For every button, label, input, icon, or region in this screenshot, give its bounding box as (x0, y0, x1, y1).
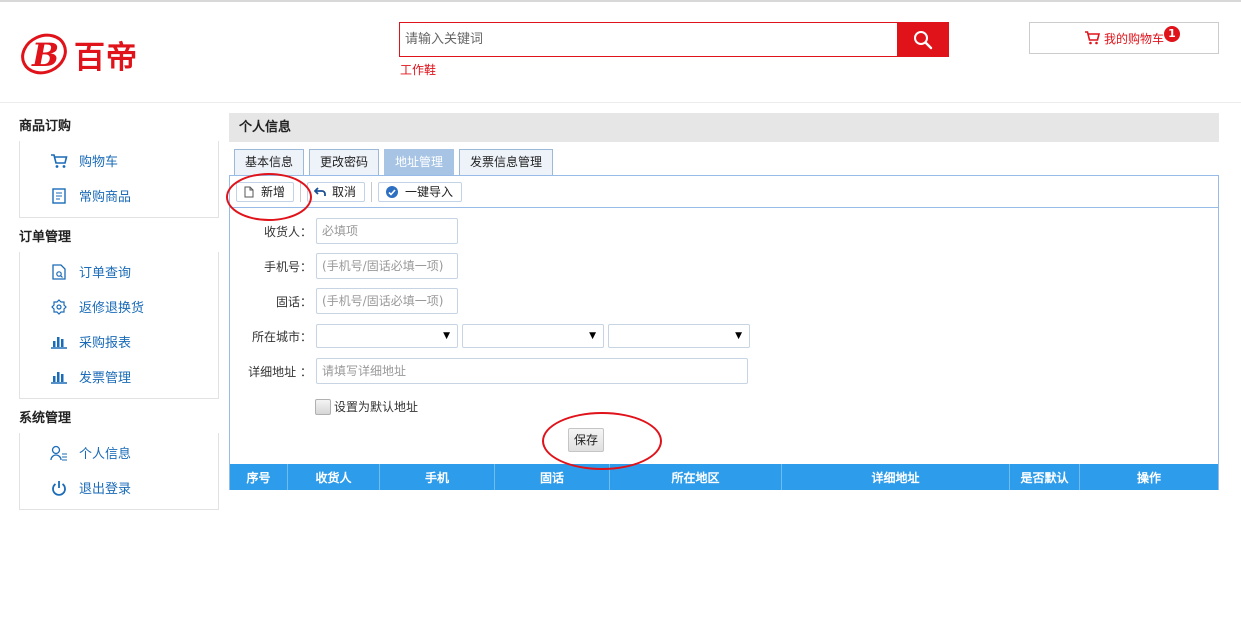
sidebar-item-logout[interactable]: 退出登录 (20, 470, 218, 505)
cancel-label: 取消 (332, 185, 357, 199)
district-select[interactable]: ▼ (608, 324, 750, 348)
sidebar: 商品订购 购物车 常购商品 订单管理 订单查询 返修退换货 采购报表 发票管理 … (19, 113, 219, 516)
search-button[interactable] (897, 23, 948, 56)
toolbar-separator (300, 181, 302, 202)
sidebar-item-purchase-report[interactable]: 采购报表 (20, 324, 218, 359)
badge-icon (50, 298, 68, 316)
new-file-icon (244, 186, 254, 197)
dropdown-arrow-icon: ▼ (589, 331, 596, 341)
sidebar-item-label: 采购报表 (79, 336, 132, 351)
my-cart-button[interactable]: 我的购物车 1 (1029, 22, 1219, 54)
default-address-checkbox[interactable] (315, 398, 331, 415)
tab-bar: 基本信息 更改密码 地址管理 发票信息管理 (229, 149, 1219, 175)
dropdown-arrow-icon: ▼ (443, 331, 450, 341)
toolbar-separator (371, 181, 373, 202)
sidebar-item-frequent-products[interactable]: 常购商品 (20, 178, 218, 213)
sidebar-group-title: 订单管理 (19, 230, 72, 245)
toolbar: 新增 取消 一键导入 (230, 176, 1218, 208)
column-header[interactable]: 详细地址 (782, 464, 1010, 490)
dropdown-arrow-icon: ▼ (735, 331, 742, 341)
bar-chart-icon (50, 368, 68, 386)
column-header[interactable]: 操作 (1080, 464, 1218, 490)
top-border (0, 0, 1241, 2)
hot-search-word[interactable]: 工作鞋 (400, 61, 436, 78)
cart-icon (50, 152, 68, 170)
detail-address-row: 详细地址 ： (236, 358, 748, 384)
column-header[interactable]: 收货人 (288, 464, 380, 490)
one-click-import-button[interactable]: 一键导入 (378, 181, 463, 202)
mobile-input[interactable] (316, 253, 458, 279)
sidebar-item-label: 个人信息 (79, 447, 132, 462)
address-grid-header: 序号 收货人 手机 固话 所在地区 详细地址 是否默认 操作 (230, 464, 1218, 490)
sidebar-item-label: 订单查询 (79, 266, 132, 281)
sidebar-item-label: 常购商品 (79, 190, 132, 205)
column-header[interactable]: 固话 (495, 464, 610, 490)
sidebar-item-returns[interactable]: 返修退换货 (20, 289, 218, 324)
cart-icon (1084, 31, 1100, 45)
bar-chart-icon (50, 333, 68, 351)
mobile-row: 手机号： (236, 253, 458, 279)
city-select[interactable]: ▼ (462, 324, 604, 348)
save-button[interactable]: 保存 (568, 428, 604, 452)
sidebar-item-label: 发票管理 (79, 371, 132, 386)
phone-input[interactable] (316, 288, 458, 314)
mobile-label: 手机号： (263, 259, 312, 274)
province-select[interactable]: ▼ (316, 324, 458, 348)
sidebar-item-cart[interactable]: 购物车 (20, 143, 218, 178)
add-button[interactable]: 新增 (236, 181, 295, 202)
sidebar-group: 购物车 常购商品 (19, 141, 219, 218)
receiver-input[interactable] (316, 218, 458, 244)
undo-icon (314, 186, 326, 196)
panel-title: 个人信息 (229, 113, 1219, 142)
city-row: 所在城市： ▼ ▼ ▼ (236, 324, 754, 348)
tab-invoice-management[interactable]: 发票信息管理 (459, 149, 554, 175)
phone-row: 固话： (236, 288, 458, 314)
add-label: 新增 (261, 185, 286, 199)
sidebar-item-label: 返修退换货 (79, 301, 145, 316)
search-input[interactable] (400, 23, 897, 56)
search-bar (399, 22, 949, 57)
sidebar-item-label: 退出登录 (79, 482, 132, 497)
sidebar-group-title: 系统管理 (19, 411, 72, 426)
sidebar-item-label: 购物车 (79, 155, 119, 170)
import-label: 一键导入 (405, 185, 454, 199)
column-header[interactable]: 所在地区 (610, 464, 782, 490)
address-form-panel: 新增 取消 一键导入 收货人： 手机号： 固话： 所在城市： (229, 175, 1219, 490)
receiver-row: 收货人： (236, 218, 458, 244)
brand-name: 百帝 (74, 39, 138, 76)
header-divider (0, 102, 1241, 103)
sidebar-item-invoice[interactable]: 发票管理 (20, 359, 218, 394)
tab-change-password[interactable]: 更改密码 (309, 149, 380, 175)
search-icon (913, 30, 932, 49)
tab-basic-info[interactable]: 基本信息 (234, 149, 305, 175)
import-icon (386, 185, 399, 198)
column-header[interactable]: 是否默认 (1010, 464, 1080, 490)
column-header[interactable]: 手机 (380, 464, 495, 490)
user-icon (50, 444, 68, 462)
cart-count-badge: 1 (1164, 26, 1180, 42)
logo-mark-icon: B (21, 33, 67, 75)
city-label: 所在城市： (251, 329, 312, 344)
main-content: 个人信息 基本信息 更改密码 地址管理 发票信息管理 新增 取消 一键导入 收货… (229, 113, 1219, 490)
cart-label: 我的购物车 (1103, 31, 1164, 46)
sidebar-group: 订单查询 返修退换货 采购报表 发票管理 (19, 252, 219, 399)
detail-address-label: 详细地址 ： (248, 364, 312, 379)
cancel-button[interactable]: 取消 (307, 181, 366, 202)
document-icon (50, 187, 68, 205)
file-search-icon (50, 263, 68, 281)
default-address-row: 设置为默认地址 (315, 398, 418, 415)
power-icon (50, 479, 68, 497)
default-address-label: 设置为默认地址 (334, 400, 419, 414)
tab-address-management[interactable]: 地址管理 (384, 149, 455, 175)
receiver-label: 收货人： (263, 224, 312, 239)
sidebar-item-order-query[interactable]: 订单查询 (20, 254, 218, 289)
sidebar-group: 个人信息 退出登录 (19, 433, 219, 510)
phone-label: 固话： (275, 294, 312, 309)
brand-logo[interactable]: B 百帝 (20, 30, 138, 78)
column-header[interactable]: 序号 (230, 464, 288, 490)
sidebar-item-personal-info[interactable]: 个人信息 (20, 435, 218, 470)
sidebar-group-title: 商品订购 (19, 119, 72, 134)
logo-letter: B (31, 36, 59, 74)
detail-address-input[interactable] (316, 358, 748, 384)
